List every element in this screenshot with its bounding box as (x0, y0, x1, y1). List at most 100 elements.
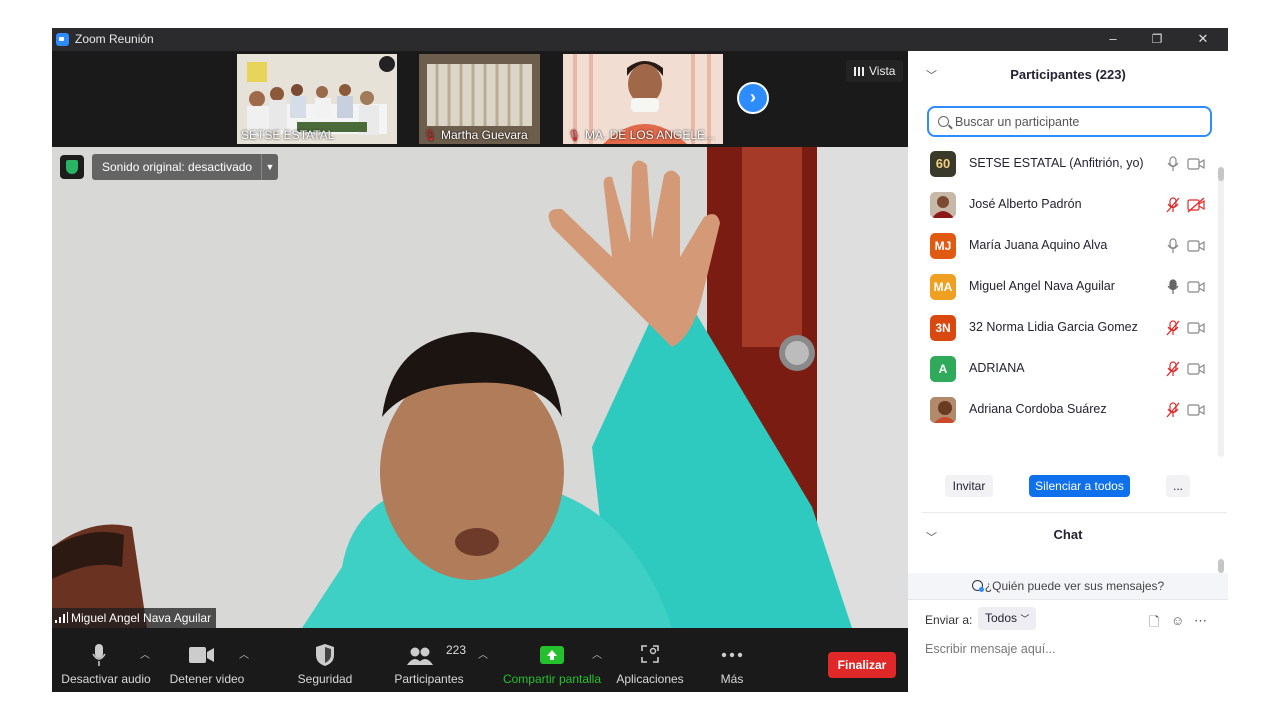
avatar: MJ (930, 233, 956, 259)
avatar: MA (930, 274, 956, 300)
file-icon[interactable]: 🗋 (1149, 613, 1159, 635)
view-button[interactable]: Vista (846, 60, 904, 82)
participant-row[interactable]: MA Miguel Angel Nava Aguilar (908, 266, 1218, 307)
avatar: 3N (930, 315, 956, 341)
video-camera-icon (1187, 322, 1205, 334)
more-dots-icon (721, 652, 743, 658)
participant-row[interactable]: A ADRIANA (908, 348, 1218, 389)
participant-name: María Juana Aquino Alva (969, 238, 1108, 252)
stop-video-button[interactable]: ︿ Detener video (165, 628, 249, 692)
zoom-logo-icon (56, 33, 69, 46)
video-area: SETSE ESTATAL 🎙 Martha Guevara 🎙 MA. DE … (52, 51, 908, 628)
speaking-microphone-icon (1167, 279, 1179, 294)
security-shield-icon[interactable] (60, 155, 84, 179)
video-camera-icon (1187, 404, 1205, 416)
participant-name: José Alberto Padrón (969, 197, 1082, 211)
avatar: 60 (930, 151, 956, 177)
share-options-caret[interactable]: ︿ (592, 646, 602, 661)
invite-button[interactable]: Invitar (945, 475, 993, 497)
shield-icon (316, 644, 334, 666)
more-button[interactable]: Más (707, 628, 757, 692)
muted-microphone-icon (1166, 361, 1180, 377)
thumbnail-martha[interactable]: 🎙 Martha Guevara (419, 54, 540, 144)
participant-name: 32 Norma Lidia Garcia Gomez (969, 320, 1138, 334)
chat-scrollbar[interactable] (1218, 559, 1224, 573)
participant-name: Adriana Cordoba Suárez (969, 402, 1107, 416)
mute-audio-button[interactable]: ︿ Desactivar audio (60, 628, 152, 692)
original-sound-toggle[interactable]: Sonido original: desactivado (92, 154, 263, 180)
apps-label: Aplicaciones (616, 672, 684, 686)
apps-icon (641, 645, 659, 663)
minimize-button[interactable]: – (1090, 28, 1136, 51)
participants-count: 223 (446, 643, 467, 657)
participant-name: SETSE ESTATAL (Anfitrión, yo) (969, 156, 1144, 170)
end-meeting-button[interactable]: Finalizar (828, 652, 896, 678)
chat-title: Chat (1053, 527, 1083, 542)
audio-options-caret[interactable]: ︿ (140, 646, 150, 661)
microphone-icon (92, 644, 106, 666)
participants-options-caret[interactable]: ︿ (478, 646, 488, 661)
participant-row[interactable]: MJ María Juana Aquino Alva (908, 225, 1218, 266)
muted-microphone-icon (1166, 402, 1180, 418)
zoom-window: Zoom Reunión – ❐ ✕ SETSE ESTATAL 🎙 Marth… (52, 28, 1228, 692)
speaker-name-tag: Miguel Angel Nava Aguilar (52, 608, 217, 628)
participants-scrollbar[interactable] (1218, 167, 1224, 457)
video-options-caret[interactable]: ︿ (239, 646, 249, 661)
stop-video-label: Detener video (169, 672, 245, 686)
chat-message-input[interactable] (925, 638, 1215, 660)
original-sound-dropdown[interactable]: ▼ (261, 154, 278, 180)
signal-strength-icon (55, 612, 68, 623)
chat-divider (908, 599, 1228, 600)
video-camera-icon (1187, 240, 1205, 252)
video-off-icon (1187, 197, 1205, 213)
grid-view-icon (854, 67, 864, 76)
participant-row[interactable]: 3N 32 Norma Lidia Garcia Gomez (908, 307, 1218, 348)
chat-visibility-info[interactable]: ¿Quién puede ver sus mensajes? (908, 573, 1228, 599)
person-icon (971, 580, 984, 592)
muted-mic-icon: 🎙 (423, 130, 437, 142)
muted-microphone-icon (1166, 320, 1180, 336)
thumbnail-angeles[interactable]: 🎙 MA. DE LOS ANGELE... (563, 54, 723, 144)
video-camera-icon (1187, 158, 1205, 170)
mute-all-button[interactable]: Silenciar a todos (1029, 475, 1130, 497)
participant-row[interactable]: Adriana Cordoba Suárez (908, 389, 1218, 430)
chat-visibility-label: ¿Quién puede ver sus mensajes? (984, 579, 1165, 593)
recipient-value: Todos (985, 611, 1018, 625)
microphone-icon (1167, 238, 1179, 253)
participants-label: Participantes (394, 672, 464, 686)
thumbnail-label: MA. DE LOS ANGELE... (584, 128, 716, 142)
more-label: Más (720, 672, 744, 686)
participant-name: Miguel Angel Nava Aguilar (969, 279, 1115, 293)
participants-more-button[interactable]: ... (1166, 475, 1190, 497)
window-title: Zoom Reunión (75, 32, 154, 46)
next-page-button[interactable]: › (737, 82, 769, 114)
chevron-down-icon: ﹀ (1020, 614, 1030, 624)
participant-search[interactable] (927, 106, 1212, 137)
chat-more-icon[interactable]: ⋯ (1194, 613, 1207, 629)
recipient-dropdown[interactable]: Todos ﹀ (978, 607, 1037, 630)
share-screen-label: Compartir pantalla (502, 672, 602, 686)
title-bar: Zoom Reunión – ❐ ✕ (52, 28, 1228, 51)
participants-button[interactable]: 223 ︿ Participantes (392, 628, 488, 692)
speaker-video-frame (52, 147, 908, 628)
participant-search-input[interactable] (955, 113, 1205, 131)
thumbnail-setse[interactable]: SETSE ESTATAL (237, 54, 397, 144)
panel-divider (922, 512, 1227, 513)
search-icon (938, 116, 949, 127)
share-screen-button[interactable]: ︿ Compartir pantalla (500, 628, 604, 692)
side-panel: ﹀ Participantes (223) 60 SETSE ESTATAL (… (908, 51, 1228, 692)
security-button[interactable]: Seguridad (292, 628, 358, 692)
mute-audio-label: Desactivar audio (61, 672, 151, 686)
speaker-name: Miguel Angel Nava Aguilar (71, 611, 212, 625)
emoji-icon[interactable]: ☺ (1171, 613, 1184, 628)
restore-button[interactable]: ❐ (1134, 28, 1180, 51)
close-button[interactable]: ✕ (1180, 28, 1226, 51)
apps-button[interactable]: Aplicaciones (614, 628, 686, 692)
view-label: Vista (869, 64, 896, 78)
caret-down-icon: ▼ (265, 162, 275, 172)
participant-row[interactable]: José Alberto Padrón (908, 184, 1218, 225)
thumbnail-name: 🎙 Martha Guevara (423, 128, 528, 142)
share-screen-icon (540, 646, 564, 664)
participant-row[interactable]: 60 SETSE ESTATAL (Anfitrión, yo) (908, 143, 1218, 184)
thumbnail-label: Martha Guevara (440, 128, 528, 142)
